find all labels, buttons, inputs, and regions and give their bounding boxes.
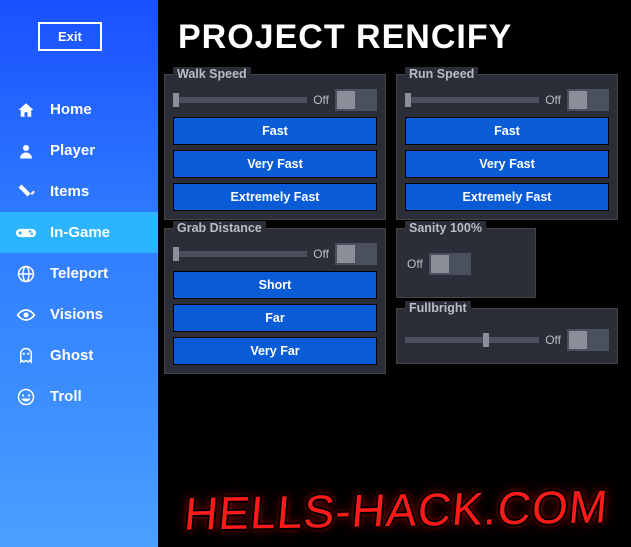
sidebar-item-label: Home xyxy=(50,101,92,118)
run-speed-panel: Run Speed Off Fast Very Fast Extremely F… xyxy=(396,74,618,220)
sidebar-item-label: Ghost xyxy=(50,347,93,364)
run-speed-preset-very-fast[interactable]: Very Fast xyxy=(405,150,609,178)
run-speed-preset-fast[interactable]: Fast xyxy=(405,117,609,145)
laugh-icon xyxy=(16,388,36,406)
sidebar-item-home[interactable]: Home xyxy=(0,89,158,130)
ghost-icon xyxy=(16,347,36,365)
fullbright-slider[interactable] xyxy=(405,337,539,343)
grab-distance-panel: Grab Distance Off Short Far Very Far xyxy=(164,228,386,374)
home-icon xyxy=(16,101,36,119)
fullbright-toggle[interactable] xyxy=(567,329,609,351)
off-label: Off xyxy=(313,93,329,107)
walk-speed-preset-fast[interactable]: Fast xyxy=(173,117,377,145)
grab-distance-toggle[interactable] xyxy=(335,243,377,265)
off-label: Off xyxy=(407,257,423,271)
sidebar-item-player[interactable]: Player xyxy=(0,130,158,171)
run-speed-slider[interactable] xyxy=(405,97,539,103)
grab-distance-preset-short[interactable]: Short xyxy=(173,271,377,299)
sidebar-item-label: Player xyxy=(50,142,95,159)
grab-distance-preset-far[interactable]: Far xyxy=(173,304,377,332)
panel-legend: Grab Distance xyxy=(173,221,266,235)
panel-legend: Walk Speed xyxy=(173,67,251,81)
globe-icon xyxy=(16,265,36,283)
run-speed-toggle[interactable] xyxy=(567,89,609,111)
gamepad-icon xyxy=(16,226,36,240)
grab-distance-slider[interactable] xyxy=(173,251,307,257)
walk-speed-panel: Walk Speed Off Fast Very Fast Extremely … xyxy=(164,74,386,220)
run-speed-preset-extremely-fast[interactable]: Extremely Fast xyxy=(405,183,609,211)
flashlight-icon xyxy=(16,183,36,201)
sidebar-item-label: Teleport xyxy=(50,265,108,282)
sanity-toggle[interactable] xyxy=(429,253,471,275)
eye-icon xyxy=(16,308,36,322)
sidebar-item-label: In-Game xyxy=(50,224,110,241)
fullbright-panel: Fullbright Off xyxy=(396,308,618,364)
sidebar-item-label: Troll xyxy=(50,388,82,405)
sidebar-item-visions[interactable]: Visions xyxy=(0,294,158,335)
sanity-panel: Sanity 100% Off xyxy=(396,228,536,298)
main-panels: Walk Speed Off Fast Very Fast Extremely … xyxy=(164,74,624,382)
exit-button[interactable]: Exit xyxy=(38,22,102,51)
off-label: Off xyxy=(545,93,561,107)
walk-speed-preset-extremely-fast[interactable]: Extremely Fast xyxy=(173,183,377,211)
sidebar-item-teleport[interactable]: Teleport xyxy=(0,253,158,294)
walk-speed-toggle[interactable] xyxy=(335,89,377,111)
sidebar: Exit Home Player Items In-Game xyxy=(0,0,158,547)
walk-speed-slider[interactable] xyxy=(173,97,307,103)
sidebar-item-in-game[interactable]: In-Game xyxy=(0,212,158,253)
sidebar-item-label: Visions xyxy=(50,306,103,323)
sidebar-item-troll[interactable]: Troll xyxy=(0,376,158,417)
off-label: Off xyxy=(545,333,561,347)
panel-legend: Fullbright xyxy=(405,301,471,315)
grab-distance-preset-very-far[interactable]: Very Far xyxy=(173,337,377,365)
sidebar-item-ghost[interactable]: Ghost xyxy=(0,335,158,376)
off-label: Off xyxy=(313,247,329,261)
walk-speed-preset-very-fast[interactable]: Very Fast xyxy=(173,150,377,178)
user-icon xyxy=(16,142,36,160)
panel-legend: Run Speed xyxy=(405,67,478,81)
panel-legend: Sanity 100% xyxy=(405,221,486,235)
watermark-text: HELLS-HACK.COM xyxy=(182,479,610,540)
sidebar-item-items[interactable]: Items xyxy=(0,171,158,212)
page-title: PROJECT RENCIFY xyxy=(178,18,512,57)
sidebar-item-label: Items xyxy=(50,183,89,200)
nav: Home Player Items In-Game Teleport xyxy=(0,89,158,417)
